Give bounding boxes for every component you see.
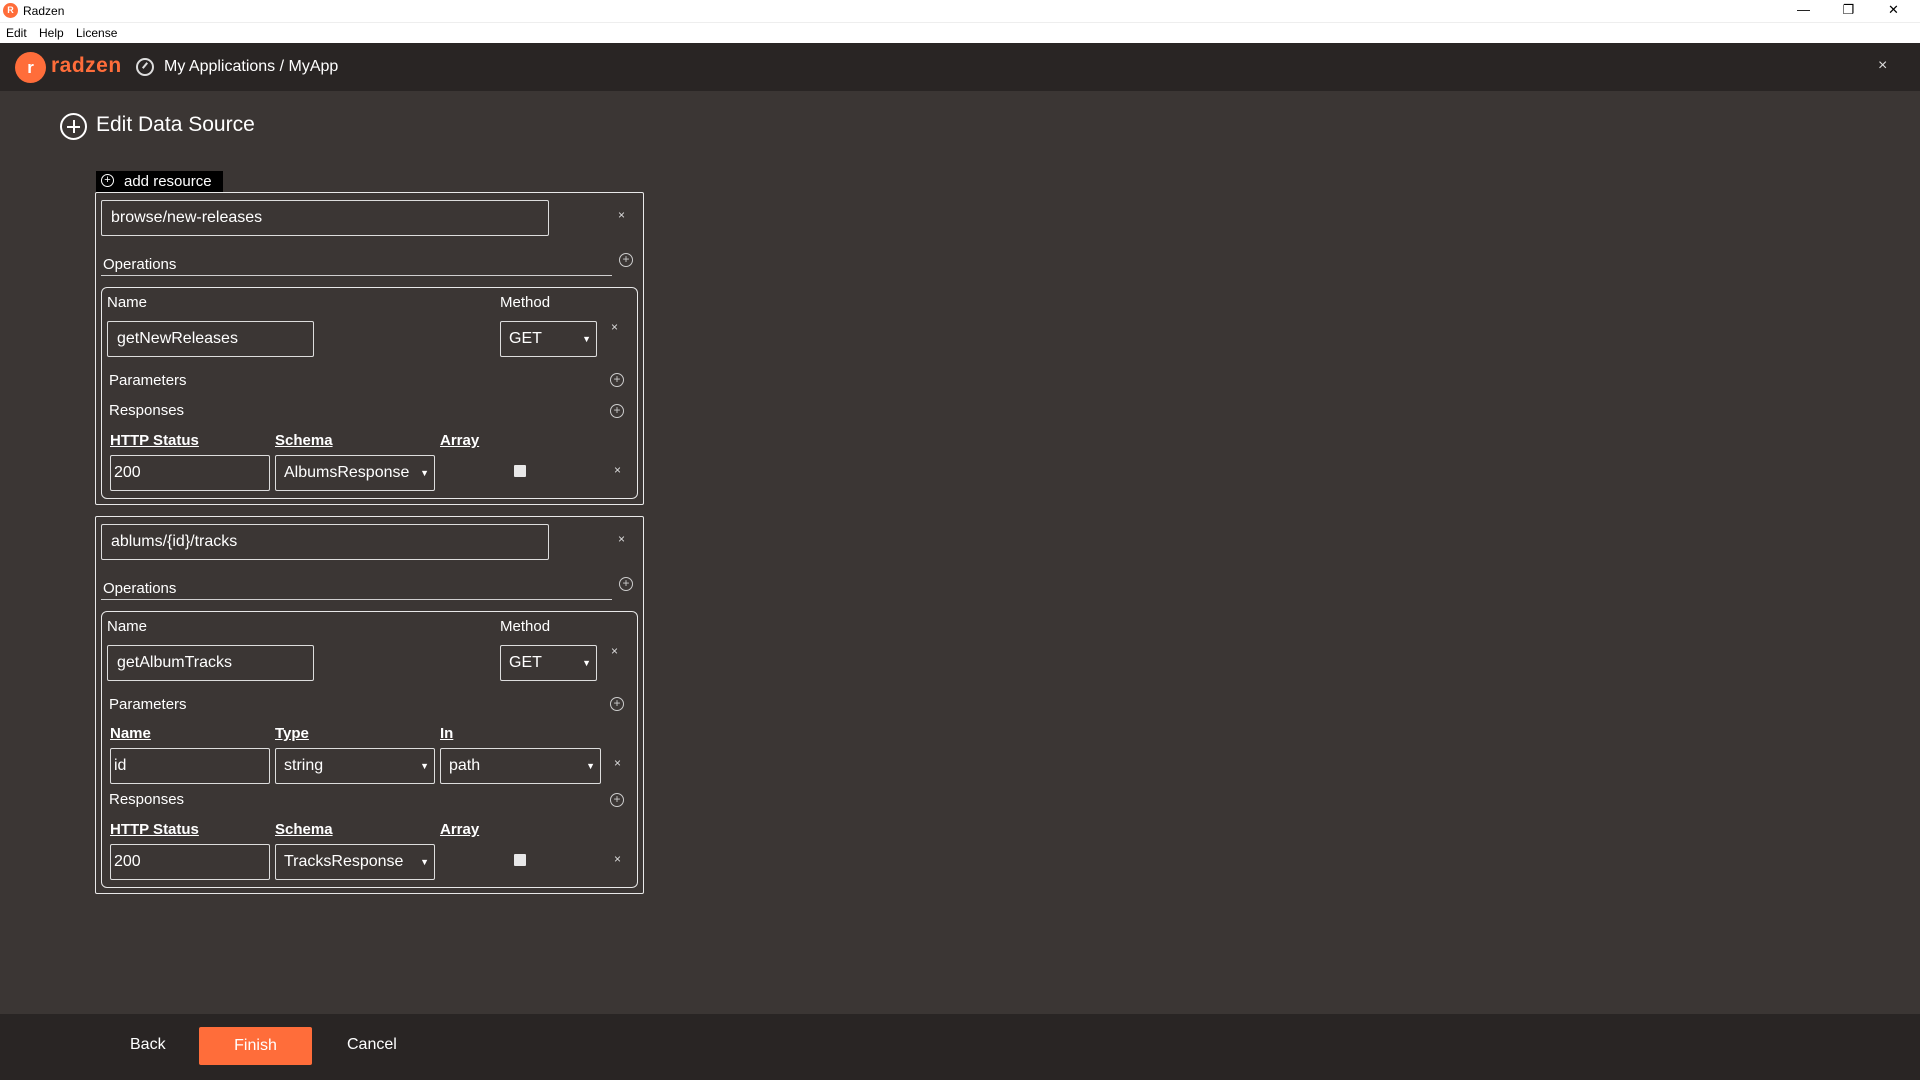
remove-response-icon[interactable]: × [614, 852, 621, 866]
col-param-in: In [440, 725, 454, 742]
col-param-name: Name [110, 725, 151, 742]
chevron-down-icon: ▼ [420, 761, 429, 771]
operations-label: Operations [103, 256, 177, 273]
operation-name-input[interactable]: getAlbumTracks [107, 645, 314, 681]
app-header: r radzen My Applications / MyApp × [0, 43, 1920, 91]
cancel-button[interactable]: Cancel [347, 1036, 397, 1054]
array-checkbox[interactable] [514, 854, 526, 866]
method-value: GET [509, 654, 542, 671]
operation-name-label: Name [107, 294, 148, 311]
remove-resource-icon[interactable]: × [618, 208, 625, 222]
method-value: GET [509, 330, 542, 347]
operation-name-label: Name [107, 618, 148, 635]
operations-label: Operations [103, 580, 177, 597]
http-status-input[interactable]: 200 [110, 844, 270, 880]
param-in-value: path [449, 757, 481, 774]
add-response-icon[interactable]: + [610, 793, 624, 807]
footer-bar: Back Finish Cancel [0, 1014, 1920, 1080]
page-title: Edit Data Source [96, 113, 255, 136]
remove-operation-icon[interactable]: × [611, 644, 618, 658]
add-circle-icon [60, 113, 87, 140]
responses-label: Responses [109, 402, 185, 419]
resource-path-input[interactable]: browse/new-releases [101, 200, 549, 236]
remove-resource-icon[interactable]: × [618, 532, 625, 546]
add-resource-label: add resource [124, 173, 212, 190]
method-select[interactable]: GET ▼ [500, 321, 597, 357]
schema-value: TracksResponse [284, 853, 404, 870]
http-status-input[interactable]: 200 [110, 455, 270, 491]
radzen-logo-icon[interactable]: r [15, 52, 46, 83]
schema-select[interactable]: AlbumsResponse ▼ [275, 455, 435, 491]
close-icon[interactable]: ✕ [1871, 0, 1916, 22]
operation-method-label: Method [500, 294, 551, 311]
dashboard-icon[interactable] [136, 58, 154, 76]
divider [101, 599, 612, 600]
chevron-down-icon: ▼ [582, 334, 591, 344]
parameters-label: Parameters [109, 372, 187, 389]
operation-method-label: Method [500, 618, 551, 635]
col-schema: Schema [275, 821, 333, 838]
window-title: Radzen [23, 4, 65, 18]
operation-name-input[interactable]: getNewReleases [107, 321, 314, 357]
menu-item-license[interactable]: License [76, 26, 117, 40]
add-operation-icon[interactable]: + [619, 577, 633, 591]
col-http-status: HTTP Status [110, 432, 199, 449]
param-type-select[interactable]: string ▼ [275, 748, 435, 784]
close-icon[interactable]: × [1878, 57, 1887, 75]
array-checkbox[interactable] [514, 465, 526, 477]
add-response-icon[interactable]: + [610, 404, 624, 418]
schema-value: AlbumsResponse [284, 464, 410, 481]
add-parameter-icon[interactable]: + [610, 373, 624, 387]
add-operation-icon[interactable]: + [619, 253, 633, 267]
remove-parameter-icon[interactable]: × [614, 756, 621, 770]
radzen-app-icon: R [3, 3, 18, 18]
minimize-icon[interactable]: — [1781, 0, 1826, 22]
col-param-type: Type [275, 725, 309, 742]
resource-path-input[interactable]: ablums/{id}/tracks [101, 524, 549, 560]
chevron-down-icon: ▼ [586, 761, 595, 771]
col-schema: Schema [275, 432, 333, 449]
schema-select[interactable]: TracksResponse ▼ [275, 844, 435, 880]
remove-operation-icon[interactable]: × [611, 320, 618, 334]
plus-icon: + [101, 174, 114, 187]
responses-label: Responses [109, 791, 185, 808]
param-name-input[interactable]: id [110, 748, 270, 784]
col-array: Array [440, 432, 480, 449]
finish-button[interactable]: Finish [199, 1027, 312, 1065]
chevron-down-icon: ▼ [420, 857, 429, 867]
param-type-value: string [284, 757, 324, 774]
chevron-down-icon: ▼ [582, 658, 591, 668]
add-parameter-icon[interactable]: + [610, 697, 624, 711]
remove-response-icon[interactable]: × [614, 463, 621, 477]
method-select[interactable]: GET ▼ [500, 645, 597, 681]
col-http-status: HTTP Status [110, 821, 199, 838]
menu-item-help[interactable]: Help [39, 26, 64, 40]
breadcrumb[interactable]: My Applications / MyApp [164, 58, 338, 76]
param-in-select[interactable]: path ▼ [440, 748, 601, 784]
menu-bar: Edit Help License [0, 22, 1920, 43]
menu-item-edit[interactable]: Edit [6, 26, 27, 40]
add-resource-button[interactable]: + add resource [96, 171, 223, 192]
restore-icon[interactable]: ❐ [1826, 0, 1871, 22]
back-button[interactable]: Back [130, 1036, 166, 1054]
col-array: Array [440, 821, 480, 838]
parameters-label: Parameters [109, 696, 187, 713]
logo-text[interactable]: radzen [51, 54, 122, 78]
window-titlebar: R Radzen — ❐ ✕ [0, 0, 1920, 22]
divider [101, 275, 612, 276]
chevron-down-icon: ▼ [420, 468, 429, 478]
